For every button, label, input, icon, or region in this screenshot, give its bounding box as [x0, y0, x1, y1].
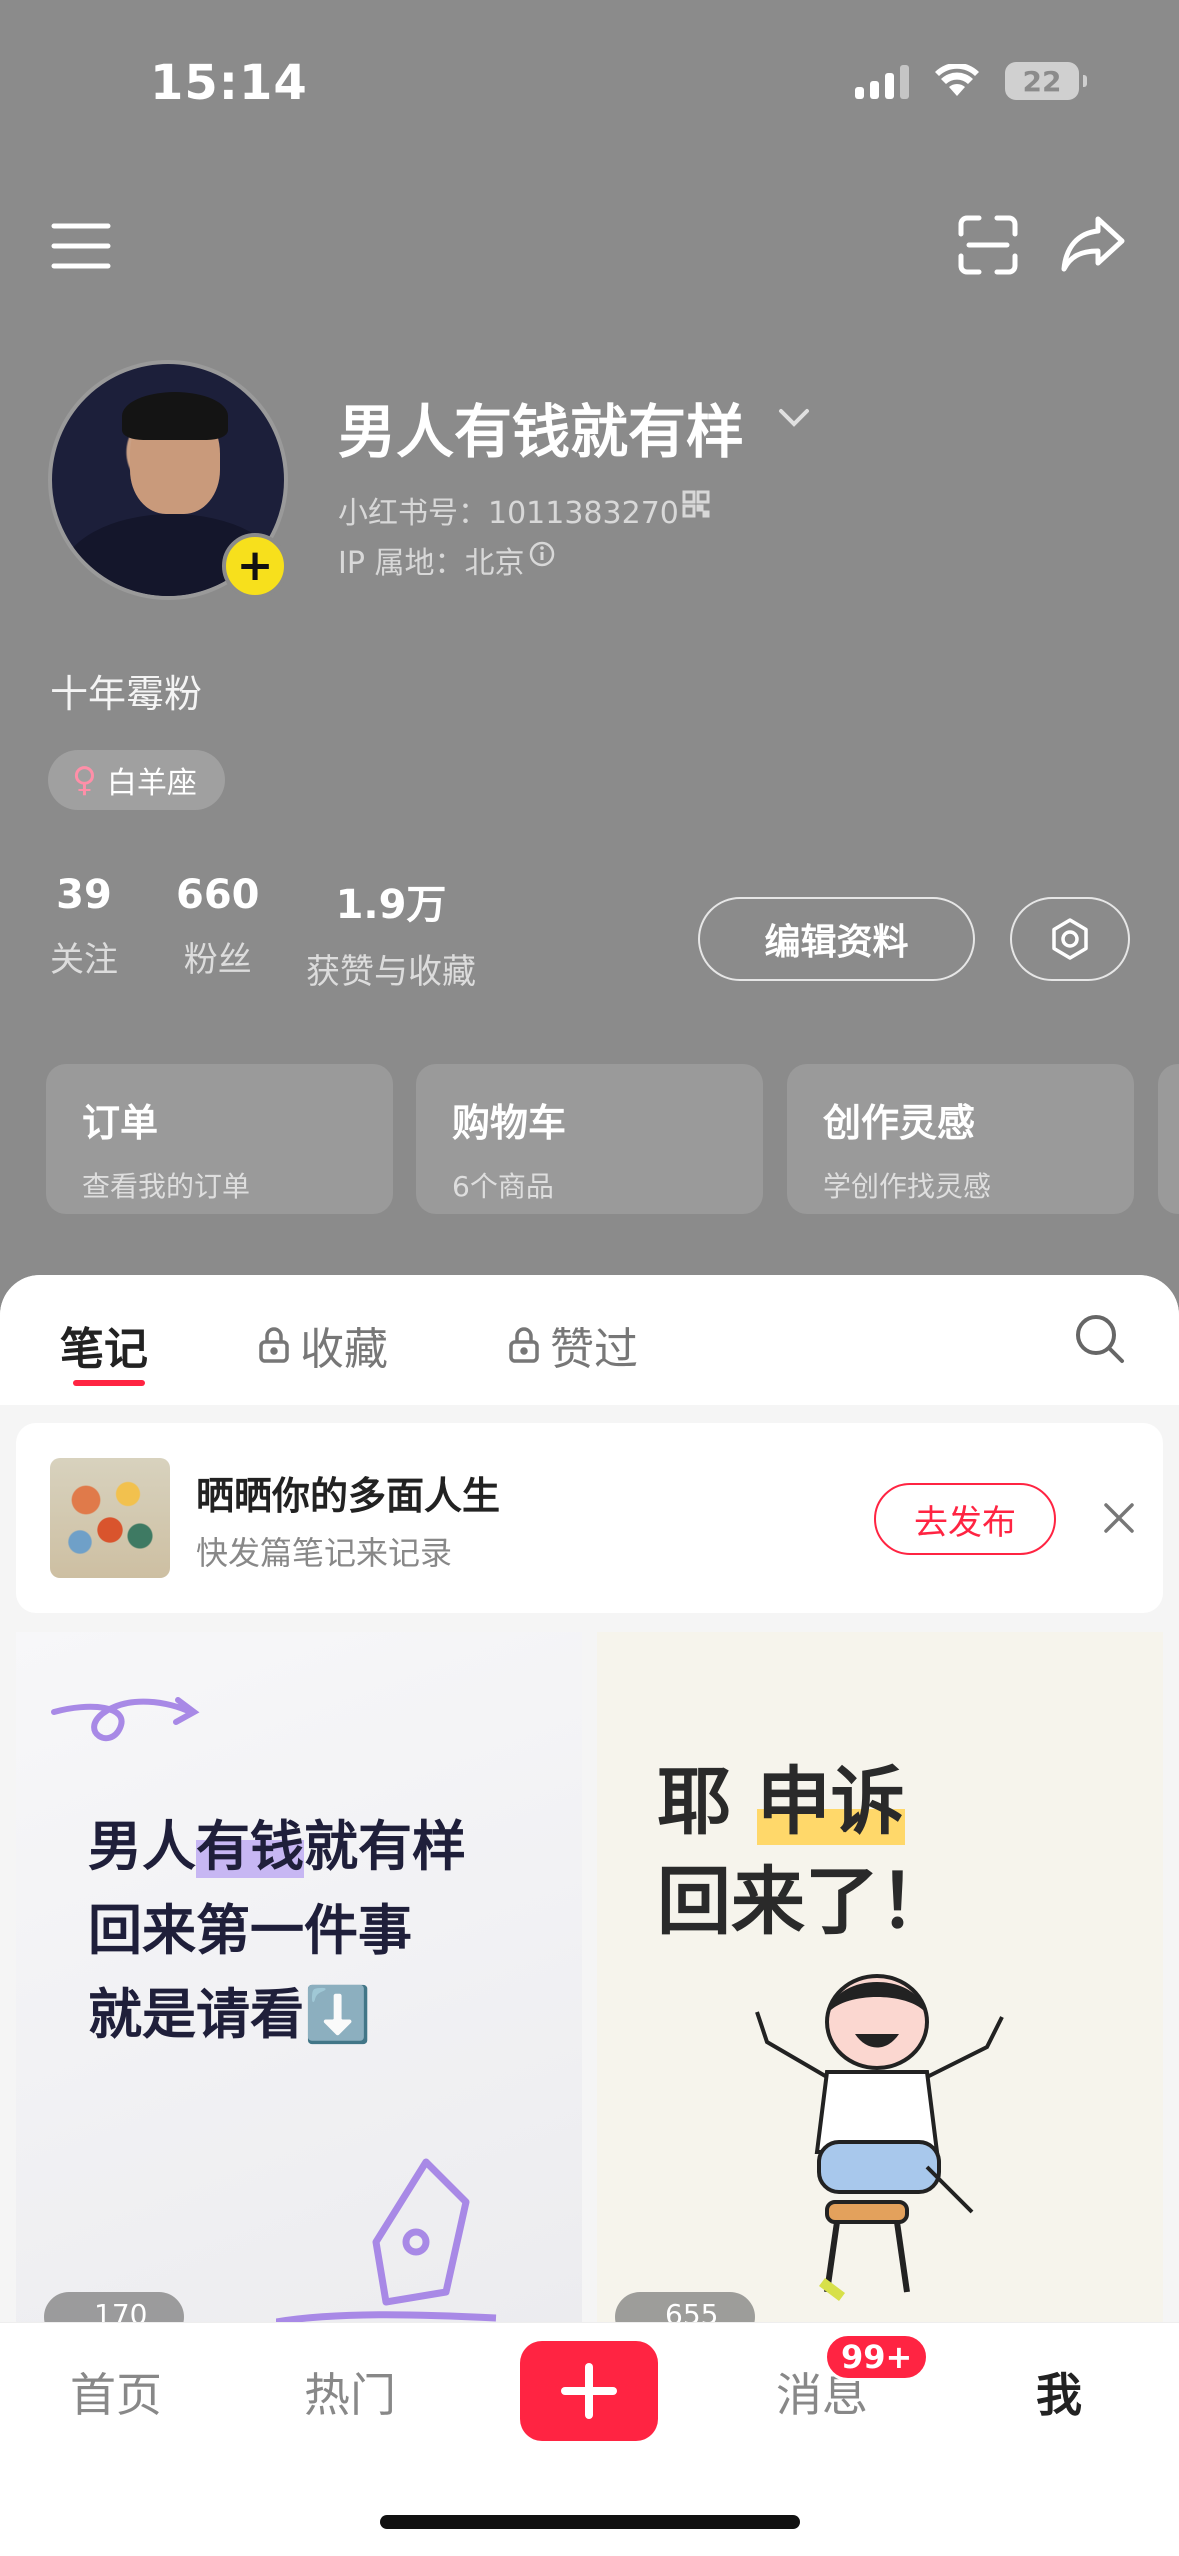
- nav-me[interactable]: 我: [1036, 2359, 1082, 2425]
- note-line-1-highlight: 申诉: [756, 1759, 905, 1845]
- note-line-1-highlight: 有钱: [196, 1815, 304, 1878]
- add-avatar-button[interactable]: +: [222, 533, 288, 599]
- card-cart[interactable]: 购物车 6个商品: [416, 1064, 763, 1214]
- info-icon[interactable]: [528, 540, 556, 568]
- note-line-1: 男人有钱就有样: [88, 1802, 466, 1881]
- happy-kid-illustration: [755, 1974, 1004, 2301]
- tab-notes-label: 笔记: [60, 1324, 148, 1375]
- scribble-decoration: [51, 1697, 200, 1742]
- status-time: 15:14: [150, 55, 308, 111]
- note-line-2: 回来了！: [657, 1859, 953, 1945]
- note-line-1: 耶 申诉: [657, 1742, 905, 1849]
- nav-hot[interactable]: 热门: [304, 2359, 396, 2425]
- stat-following[interactable]: 39 关注: [50, 872, 118, 981]
- card-inspiration[interactable]: 创作灵感 学创作找灵感: [787, 1064, 1134, 1214]
- tab-bar: 笔记 收藏 赞过: [0, 1275, 1179, 1405]
- card-next-peek[interactable]: [1158, 1064, 1179, 1214]
- stat-likes[interactable]: 1.9万 获赞与收藏: [306, 872, 476, 993]
- card-cart-title: 购物车: [452, 1101, 567, 1145]
- publish-prompt-card: 晒晒你的多面人生 快发篇笔记来记录 去发布: [16, 1423, 1163, 1613]
- card-orders-title: 订单: [82, 1101, 159, 1145]
- card-inspiration-sub: 学创作找灵感: [823, 1170, 992, 1203]
- note-card[interactable]: 男人有钱就有样 回来第一件事 就是请看⬇️ 170: [16, 1632, 582, 2332]
- search-icon[interactable]: [1074, 1313, 1126, 1365]
- tab-indicator: [73, 1380, 145, 1386]
- messages-badge: 99+: [824, 2333, 930, 2381]
- stat-following-num: 39: [56, 872, 112, 918]
- tab-liked-label: 赞过: [550, 1324, 638, 1375]
- bio: 十年霉粉: [50, 672, 203, 716]
- cellular-signal-icon: [855, 63, 909, 99]
- stat-following-label: 关注: [50, 940, 118, 980]
- settings-button[interactable]: [1010, 897, 1130, 981]
- tab-collections-label: 收藏: [300, 1324, 388, 1375]
- lock-icon: [259, 1327, 289, 1363]
- close-icon[interactable]: [1102, 1501, 1136, 1535]
- stat-followers-num: 660: [176, 872, 260, 918]
- note-line-2: 回来第一件事: [88, 1899, 412, 1962]
- card-cart-sub: 6个商品: [452, 1170, 554, 1203]
- qr-code-icon[interactable]: [682, 490, 710, 518]
- stat-likes-num: 1.9万: [335, 882, 447, 928]
- note-line-1b: 就有样: [304, 1815, 466, 1878]
- note-line-1a: 耶: [657, 1759, 757, 1845]
- tab-collections[interactable]: 收藏: [258, 1313, 388, 1377]
- plus-icon: [561, 2363, 617, 2419]
- share-icon[interactable]: [1058, 210, 1128, 276]
- card-orders[interactable]: 订单 查看我的订单: [46, 1064, 393, 1214]
- scan-icon[interactable]: [955, 212, 1021, 278]
- gear-icon: [1052, 918, 1088, 960]
- menu-icon[interactable]: [50, 215, 112, 277]
- tab-notes[interactable]: 笔记: [60, 1313, 148, 1377]
- note-card[interactable]: 耶 申诉 回来了！ 655: [597, 1632, 1163, 2332]
- battery-icon: 22: [1005, 62, 1087, 100]
- nav-add-button[interactable]: [520, 2341, 658, 2441]
- edit-profile-button[interactable]: 编辑资料: [698, 897, 975, 981]
- stat-likes-label: 获赞与收藏: [306, 952, 476, 992]
- promo-title: 晒晒你的多面人生: [196, 1474, 501, 1518]
- wifi-icon: [935, 64, 979, 96]
- pen-illustration: [276, 2158, 497, 2326]
- ip-location: IP 属地：北京: [338, 546, 525, 581]
- note-line-3: 就是请看⬇️: [88, 1983, 372, 2046]
- promo-thumbnail: [50, 1458, 170, 1578]
- chevron-down-icon[interactable]: [778, 408, 810, 428]
- status-icons: 22: [855, 62, 1087, 100]
- note-line-1a: 男人: [88, 1815, 196, 1878]
- card-inspiration-title: 创作灵感: [823, 1101, 976, 1145]
- zodiac-label: 白羊座: [106, 766, 197, 801]
- nickname: 男人有钱就有样: [338, 398, 745, 466]
- tab-liked[interactable]: 赞过: [508, 1313, 638, 1377]
- zodiac-tag: ♀ 白羊座: [48, 750, 225, 810]
- female-icon: ♀: [72, 760, 97, 800]
- card-orders-sub: 查看我的订单: [82, 1170, 251, 1203]
- red-id: 小红书号：1011383270: [338, 496, 679, 531]
- stat-followers-label: 粉丝: [183, 940, 252, 980]
- publish-button[interactable]: 去发布: [874, 1483, 1056, 1555]
- home-indicator: [380, 2515, 800, 2529]
- lock-icon: [509, 1327, 539, 1363]
- stat-followers[interactable]: 660 粉丝: [176, 872, 260, 981]
- promo-subtitle: 快发篇笔记来记录: [196, 1534, 453, 1572]
- nav-home[interactable]: 首页: [70, 2359, 162, 2425]
